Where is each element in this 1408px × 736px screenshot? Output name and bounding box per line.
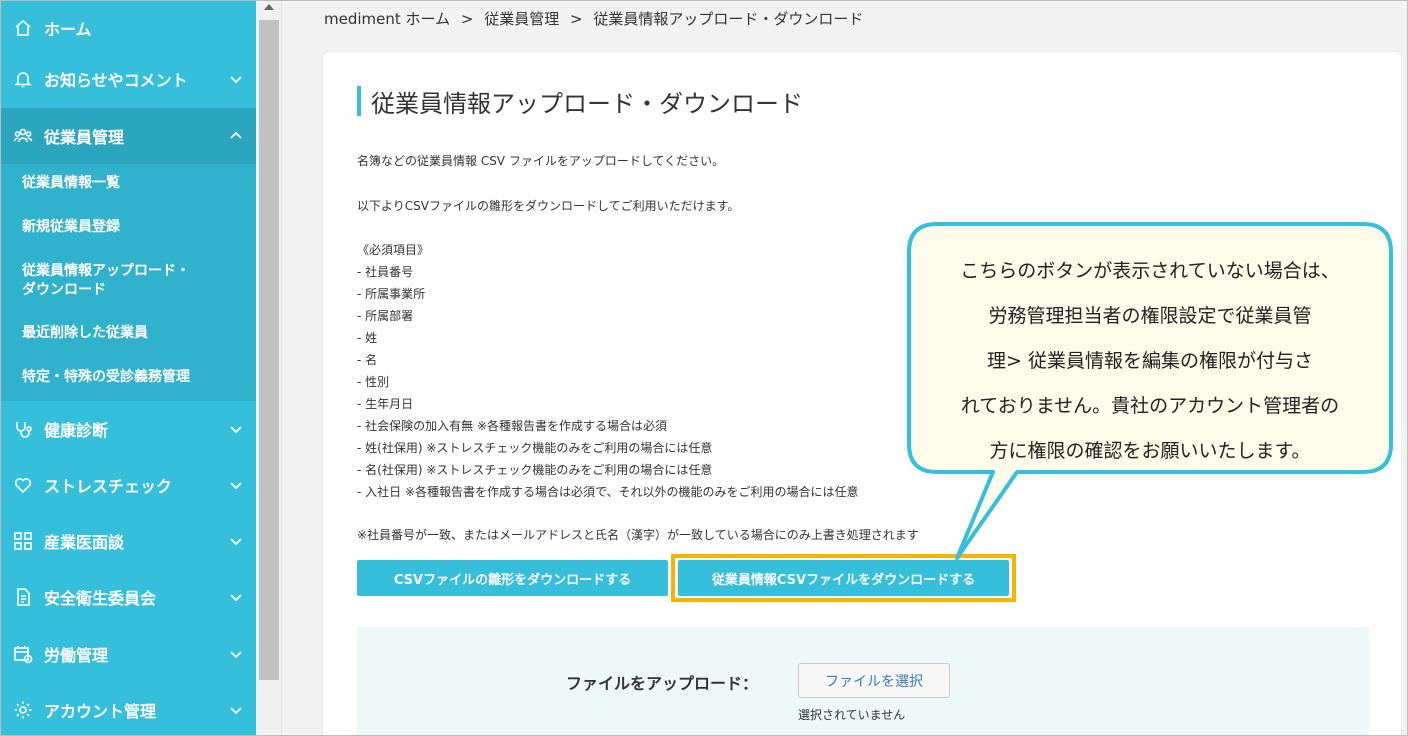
- heart-icon: [12, 474, 34, 496]
- download-employee-csv-button[interactable]: 従業員情報CSVファイルをダウンロードする: [678, 560, 1009, 596]
- required-item: - 名(社保用) ※ストレスチェック機能のみをご利用の場合には任意: [357, 463, 713, 477]
- gear-icon: [12, 699, 34, 721]
- sidebar-item-safety-committee[interactable]: 安全衛生委員会: [0, 569, 256, 625]
- submenu-special-exams[interactable]: 特定・特殊の受診義務管理: [22, 368, 190, 387]
- required-item: - 名: [357, 353, 378, 367]
- scroll-up-arrow-icon[interactable]: [264, 4, 274, 10]
- overwrite-note: ※社員番号が一致、またはメールアドレスと氏名（漢字）が一致している場合にのみ上書…: [357, 528, 919, 542]
- sidebar-item-label: ストレスチェック: [44, 477, 173, 496]
- required-item: - 所属部署: [357, 309, 414, 323]
- submenu-upload-download-line2[interactable]: ダウンロード: [22, 281, 106, 300]
- callout-text-line: 方に権限の確認をお願いいたします。: [989, 440, 1311, 462]
- breadcrumb-current: 従業員情報アップロード・ダウンロード: [593, 10, 864, 28]
- sidebar-item-employees[interactable]: 従業員管理: [0, 108, 256, 164]
- chevron-down-icon: [228, 71, 244, 87]
- breadcrumb-separator: >: [570, 10, 583, 28]
- bell-icon: [12, 68, 34, 90]
- breadcrumb-separator: >: [460, 10, 474, 28]
- sidebar-item-label: 産業医面談: [44, 533, 125, 552]
- sidebar-item-label: アカウント管理: [44, 702, 157, 721]
- submenu-upload-download-line1[interactable]: 従業員情報アップロード・: [22, 262, 190, 281]
- required-item: - 社会保険の加入有無 ※各種報告書を作成する場合は必須: [357, 419, 668, 433]
- callout-text-line: こちらのボタンが表示されていない場合は、: [960, 260, 1340, 282]
- required-item: - 所属事業所: [357, 287, 426, 301]
- download-template-csv-button[interactable]: CSVファイルの雛形をダウンロードする: [357, 560, 668, 596]
- sidebar-scrollbar[interactable]: [256, 0, 282, 736]
- sidebar-item-label: お知らせやコメント: [44, 71, 188, 90]
- required-item: - 姓: [357, 331, 378, 345]
- chevron-up-icon: [228, 128, 244, 144]
- breadcrumb-employee-management-link[interactable]: 従業員管理: [484, 10, 559, 28]
- callout-text-line: 理> 従業員情報を編集の権限が付与さ: [987, 350, 1313, 372]
- sidebar-item-label: 健康診断: [44, 421, 109, 440]
- callout-text-line: れておりません。貴社のアカウント管理者の: [960, 395, 1340, 417]
- sidebar-item-notifications[interactable]: お知らせやコメント: [0, 51, 256, 107]
- required-item: - 生年月日: [357, 397, 414, 411]
- required-item: - 入社日 ※各種報告書を作成する場合は必須で、それ以外の機能のみをご利用の場合…: [357, 485, 859, 499]
- callout-text-line: 労務管理担当者の権限設定で従業員管: [988, 305, 1312, 327]
- submenu-new-employee[interactable]: 新規従業員登録: [22, 218, 120, 237]
- intro-text-upload: 名簿などの従業員情報 CSV ファイルをアップロードしてください。: [357, 154, 725, 168]
- title-accent-bar: [357, 86, 361, 116]
- sidebar-item-label: ホーム: [44, 20, 92, 39]
- chevron-down-icon: [228, 533, 244, 549]
- employees-submenu: 従業員情報一覧 新規従業員登録 従業員情報アップロード・ ダウンロード 最近削除…: [0, 164, 256, 401]
- sidebar-item-labor-management[interactable]: 労働管理: [0, 626, 256, 682]
- sidebar-item-stress-check[interactable]: ストレスチェック: [0, 457, 256, 513]
- breadcrumb-home-link[interactable]: mediment ホーム: [324, 10, 450, 28]
- sidebar-item-health-checkup[interactable]: 健康診断: [0, 401, 256, 457]
- stethoscope-icon: [12, 418, 34, 440]
- page-title: 従業員情報アップロード・ダウンロード: [371, 90, 803, 118]
- intro-text-template: 以下よりCSVファイルの雛形をダウンロードしてご利用いただけます。: [357, 199, 740, 213]
- required-heading: 《必須項目》: [357, 243, 430, 257]
- submenu-recently-deleted[interactable]: 最近削除した従業員: [22, 324, 148, 343]
- sidebar: ホーム お知らせやコメント 従業員管理 従業員情報一覧 新規従業員登録 従業員情…: [0, 0, 256, 736]
- sidebar-item-label: 労働管理: [44, 646, 109, 665]
- interview-icon: [12, 530, 34, 552]
- sidebar-item-label: 従業員管理: [44, 128, 125, 147]
- sidebar-item-account-management[interactable]: アカウント管理: [0, 682, 256, 736]
- sidebar-item-doctor-interview[interactable]: 産業医面談: [0, 513, 256, 569]
- submenu-employee-list[interactable]: 従業員情報一覧: [22, 174, 120, 193]
- chevron-down-icon: [228, 477, 244, 493]
- chevron-down-icon: [228, 702, 244, 718]
- people-icon: [12, 125, 34, 147]
- chevron-down-icon: [228, 646, 244, 662]
- breadcrumb: mediment ホーム > 従業員管理 > 従業員情報アップロード・ダウンロー…: [324, 8, 869, 29]
- choose-file-button[interactable]: ファイルを選択: [798, 663, 950, 698]
- required-item: - 社員番号: [357, 265, 414, 279]
- required-item: - 姓(社保用) ※ストレスチェック機能のみをご利用の場合には任意: [357, 441, 713, 455]
- chevron-down-icon: [228, 421, 244, 437]
- sidebar-item-label: 安全衛生委員会: [44, 589, 157, 608]
- home-icon: [12, 17, 34, 39]
- required-item: - 性別: [357, 375, 390, 389]
- upload-label: ファイルをアップロード：: [566, 674, 759, 693]
- calendar-clock-icon: [12, 643, 34, 665]
- sidebar-item-home[interactable]: ホーム: [0, 0, 256, 56]
- file-status-text: 選択されていません: [798, 708, 906, 722]
- chevron-down-icon: [228, 589, 244, 605]
- scrollbar-thumb[interactable]: [259, 20, 279, 680]
- document-icon: [12, 586, 34, 608]
